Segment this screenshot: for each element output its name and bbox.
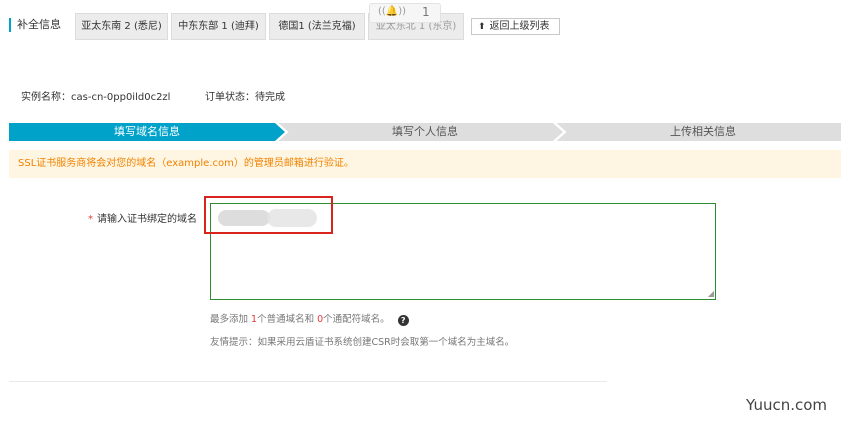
notification-count: 1 [422, 5, 430, 19]
notification-popup[interactable]: ((🔔)) 1 [369, 3, 441, 23]
back-to-list-button[interactable]: ⬆ 返回上级列表 [471, 18, 560, 35]
header-accent-bar [9, 18, 11, 32]
csr-tip: 友情提示：如果采用云盾证书系统创建CSR时会取第一个域名为主域名。 [210, 337, 515, 348]
question-circle-icon[interactable]: ? [397, 315, 409, 326]
section-divider [9, 381, 607, 382]
region-tab-dubai[interactable]: 中东东部 1 (迪拜) [171, 13, 266, 40]
region-tab-sydney[interactable]: 亚太东南 2 (悉尼) [75, 13, 168, 40]
back-button-label: 返回上级列表 [489, 21, 550, 32]
region-tab-frankfurt[interactable]: 德国1 (法兰克福) [269, 13, 365, 40]
required-marker: * [88, 214, 93, 225]
resize-handle-icon[interactable]: ◢ [708, 290, 714, 298]
hint-suffix: 个通配符域名。 [323, 314, 390, 325]
verification-notice: SSL证书服务商将会对您的域名（example.com）的管理员邮箱进行验证。 [9, 150, 841, 178]
hint-middle: 个普通域名和 [257, 314, 318, 325]
domain-label-text: 请输入证书绑定的域名 [97, 214, 197, 225]
step-upload-info: 上传相关信息 [670, 125, 736, 138]
header: 补全信息 亚太东南 2 (悉尼) 中东东部 1 (迪拜) 德国1 (法兰克福) … [0, 0, 857, 42]
up-arrow-icon: ⬆ [478, 22, 486, 32]
step-domain-info: 填写域名信息 [114, 125, 180, 138]
step-personal-info: 填写个人信息 [392, 125, 458, 138]
domain-field-label: * 请输入证书绑定的域名 [88, 210, 197, 225]
watermark: Yuucn.com [746, 396, 828, 414]
domain-limit-hint: 最多添加 1个普通域名和 0个通配符域名。? [210, 311, 409, 326]
page-title: 补全信息 [17, 18, 61, 31]
instance-name: 实例名称：cas-cn-0pp0ild0c2zl [21, 92, 171, 103]
order-status: 订单状态：待完成 [205, 92, 285, 103]
hint-prefix: 最多添加 [210, 314, 252, 325]
progress-steps: 填写域名信息 填写个人信息 上传相关信息 [9, 123, 841, 141]
bell-icon: ((🔔)) [378, 6, 407, 17]
red-annotation-box [204, 196, 333, 234]
